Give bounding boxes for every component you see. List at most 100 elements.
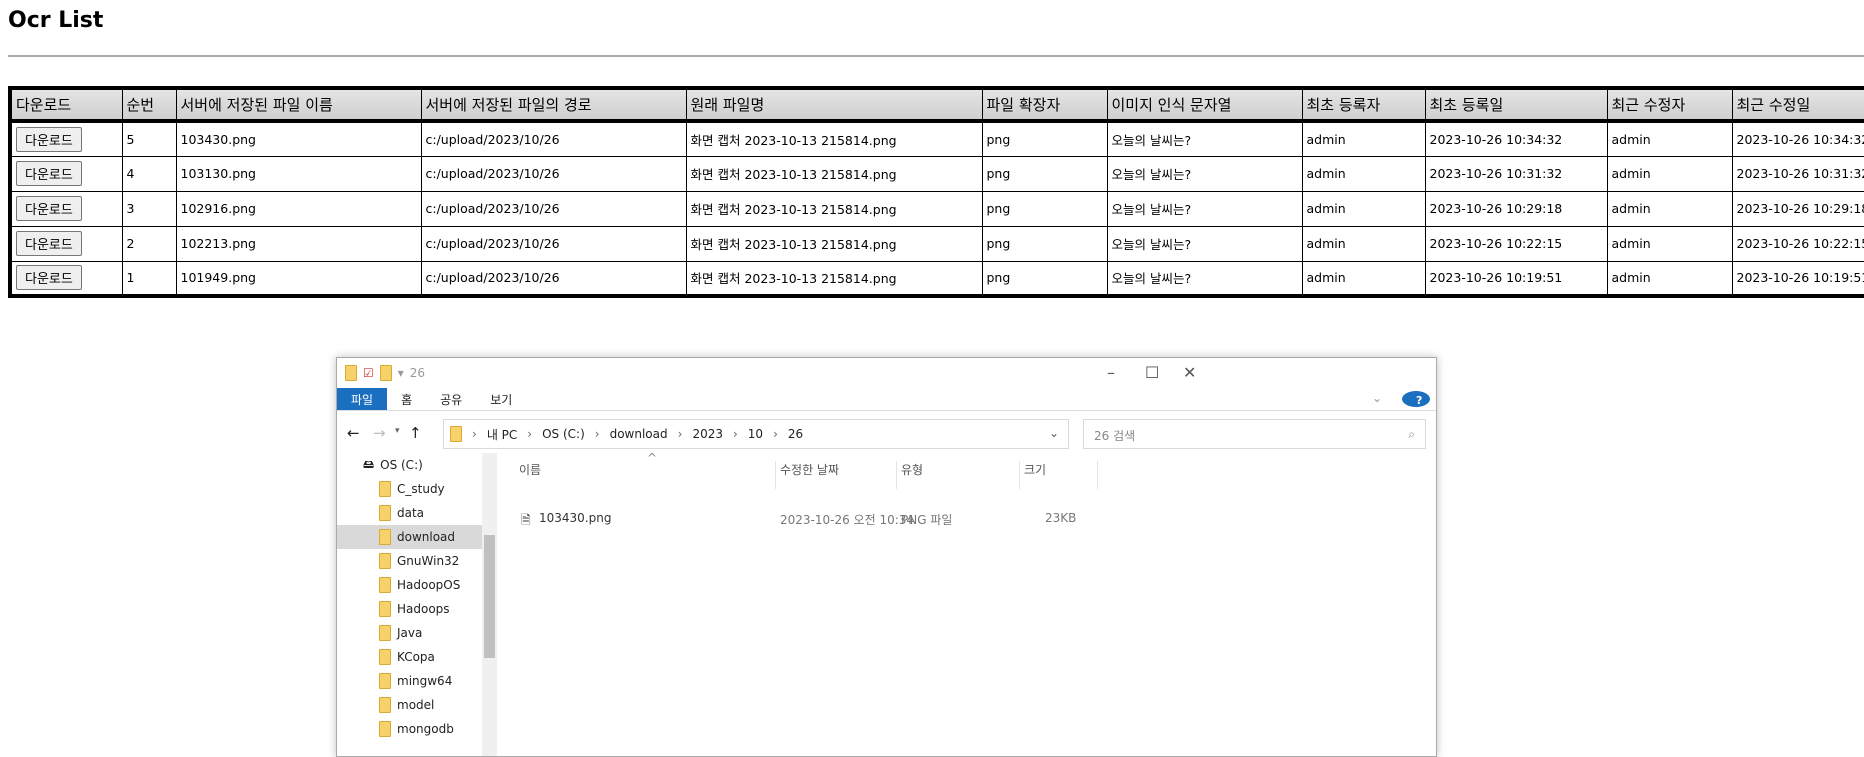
back-icon[interactable]: ← bbox=[347, 424, 360, 442]
maximize-button[interactable]: ☐ bbox=[1145, 363, 1159, 382]
cell-created: 2023-10-26 10:22:15 bbox=[1424, 225, 1608, 262]
column-header: 최근 수정일 bbox=[1731, 87, 1864, 123]
cell-path: c:/upload/2023/10/26 bbox=[420, 190, 687, 227]
column-header-name[interactable]: 이름 bbox=[499, 461, 776, 489]
download-button[interactable]: 다운로드 bbox=[16, 265, 82, 291]
cell-orig: 화면 캡처 2023-10-13 215814.png bbox=[685, 120, 983, 157]
folder-icon bbox=[379, 625, 391, 641]
column-header-type[interactable]: 유형 bbox=[897, 461, 1020, 489]
chevron-right-icon[interactable]: › bbox=[472, 427, 477, 441]
ribbon-tab-home[interactable]: 홈 bbox=[387, 388, 426, 410]
cell-ext: png bbox=[981, 155, 1108, 192]
nav-item[interactable]: mingw64 bbox=[337, 669, 482, 693]
ribbon-tabs: 파일 홈 공유 보기 ⌄ ? bbox=[337, 388, 1436, 411]
table-row: 다운로드 5 103430.png c:/upload/2023/10/26 화면 캡처… bbox=[9, 120, 1864, 157]
nav-item[interactable]: Java bbox=[337, 621, 482, 645]
close-button[interactable]: ✕ bbox=[1183, 363, 1196, 382]
forward-icon[interactable]: → bbox=[373, 424, 386, 442]
folder-icon bbox=[379, 601, 391, 617]
breadcrumb-item[interactable]: 26 bbox=[788, 427, 803, 441]
folder-icon bbox=[379, 673, 391, 689]
cell-modified: 2023-10-26 10:22:15 bbox=[1731, 225, 1864, 262]
nav-item[interactable]: GnuWin32 bbox=[337, 549, 482, 573]
nav-item-label: mingw64 bbox=[397, 674, 453, 688]
png-file-icon: 🗎 bbox=[521, 513, 531, 527]
nav-item-label: model bbox=[397, 698, 435, 712]
folder-icon bbox=[379, 553, 391, 569]
cell-ext: png bbox=[981, 260, 1108, 297]
nav-item[interactable]: Hadoops bbox=[337, 597, 482, 621]
download-cell: 다운로드 bbox=[9, 260, 123, 297]
nav-item-label: Java bbox=[397, 626, 423, 640]
nav-item[interactable]: 🖴 OS (C:) bbox=[337, 453, 482, 477]
nav-item-label: KCopa bbox=[397, 650, 435, 664]
help-icon[interactable]: ? bbox=[1402, 391, 1430, 407]
cell-ext: png bbox=[981, 225, 1108, 262]
breadcrumb-item[interactable]: 10 bbox=[748, 427, 763, 441]
search-placeholder: 26 검색 bbox=[1094, 429, 1136, 443]
nav-item[interactable]: data bbox=[337, 501, 482, 525]
column-header-size[interactable]: 크기 bbox=[1020, 461, 1098, 489]
nav-item[interactable]: KCopa bbox=[337, 645, 482, 669]
address-dropdown-icon[interactable]: ⌄ bbox=[1049, 426, 1059, 440]
search-input[interactable]: 26 검색 ⌕ bbox=[1083, 419, 1426, 449]
quick-access-dropdown-icon[interactable]: ▾ bbox=[398, 366, 404, 380]
table-row: 다운로드 2 102213.png c:/upload/2023/10/26 화면 캡처… bbox=[9, 225, 1864, 262]
breadcrumb-item[interactable]: download bbox=[610, 427, 668, 441]
ribbon-tab-file[interactable]: 파일 bbox=[337, 388, 388, 410]
nav-item[interactable]: C_study bbox=[337, 477, 482, 501]
folder-icon bbox=[379, 697, 391, 713]
download-button[interactable]: 다운로드 bbox=[16, 231, 82, 256]
nav-item-label: GnuWin32 bbox=[397, 554, 460, 568]
cell-text: 오늘의 날씨는? bbox=[1106, 155, 1303, 192]
window-title: 26 bbox=[409, 366, 426, 380]
cell-creator: admin bbox=[1301, 190, 1426, 227]
breadcrumb-item[interactable]: 내 PC bbox=[487, 426, 517, 443]
nav-item[interactable]: HadoopOS bbox=[337, 573, 482, 597]
cell-path: c:/upload/2023/10/26 bbox=[420, 225, 687, 262]
ribbon-tab-view[interactable]: 보기 bbox=[476, 388, 526, 410]
breadcrumb-item[interactable]: OS (C:) bbox=[542, 427, 585, 441]
recent-locations-icon[interactable]: ▾ bbox=[395, 426, 400, 436]
download-button[interactable]: 다운로드 bbox=[16, 161, 82, 186]
folder-icon bbox=[379, 529, 391, 545]
address-bar[interactable]: › 내 PC › OS (C:) › download › 2023 › 10 › 26 bbox=[443, 419, 1069, 449]
folder-icon bbox=[345, 365, 357, 381]
minimize-button[interactable]: – bbox=[1107, 363, 1115, 382]
cell-modified: 2023-10-26 10:34:32 bbox=[1731, 120, 1864, 157]
cell-created: 2023-10-26 10:19:51 bbox=[1424, 260, 1608, 297]
chevron-right-icon[interactable]: › bbox=[733, 427, 738, 441]
cell-modifier: admin bbox=[1606, 225, 1733, 262]
cell-orig: 화면 캡처 2023-10-13 215814.png bbox=[685, 260, 983, 297]
cell-modified: 2023-10-26 10:31:32 bbox=[1731, 155, 1864, 192]
chevron-right-icon[interactable]: › bbox=[595, 427, 600, 441]
cell-seq: 3 bbox=[121, 190, 177, 227]
column-header: 최근 수정자 bbox=[1606, 87, 1733, 123]
new-folder-icon[interactable] bbox=[379, 365, 392, 381]
column-header-modified[interactable]: 수정한 날짜 bbox=[776, 461, 897, 489]
download-button[interactable]: 다운로드 bbox=[16, 126, 82, 152]
cell-seq: 1 bbox=[121, 260, 177, 297]
cell-modifier: admin bbox=[1606, 155, 1733, 192]
nav-item[interactable]: download bbox=[337, 525, 482, 549]
cell-creator: admin bbox=[1301, 260, 1426, 297]
properties-icon[interactable]: ☑ bbox=[363, 366, 374, 380]
cell-path: c:/upload/2023/10/26 bbox=[420, 260, 687, 297]
chevron-right-icon[interactable]: › bbox=[527, 427, 532, 441]
column-header: 파일 확장자 bbox=[981, 87, 1108, 123]
cell-creator: admin bbox=[1301, 225, 1426, 262]
download-button[interactable]: 다운로드 bbox=[16, 196, 82, 221]
divider bbox=[8, 55, 1864, 57]
chevron-right-icon[interactable]: › bbox=[678, 427, 683, 441]
nav-item[interactable]: model bbox=[337, 693, 482, 717]
nav-scrollbar-thumb[interactable] bbox=[484, 535, 495, 658]
chevron-right-icon[interactable]: › bbox=[773, 427, 778, 441]
up-icon[interactable]: ↑ bbox=[409, 424, 422, 442]
column-header: 서버에 저장된 파일의 경로 bbox=[420, 87, 687, 123]
expand-ribbon-icon[interactable]: ⌄ bbox=[1358, 388, 1396, 410]
nav-item-label: mongodb bbox=[397, 722, 454, 736]
breadcrumb-item[interactable]: 2023 bbox=[692, 427, 723, 441]
ribbon-tab-share[interactable]: 공유 bbox=[426, 388, 476, 410]
nav-item[interactable]: mongodb bbox=[337, 717, 482, 741]
cell-modifier: admin bbox=[1606, 120, 1733, 157]
